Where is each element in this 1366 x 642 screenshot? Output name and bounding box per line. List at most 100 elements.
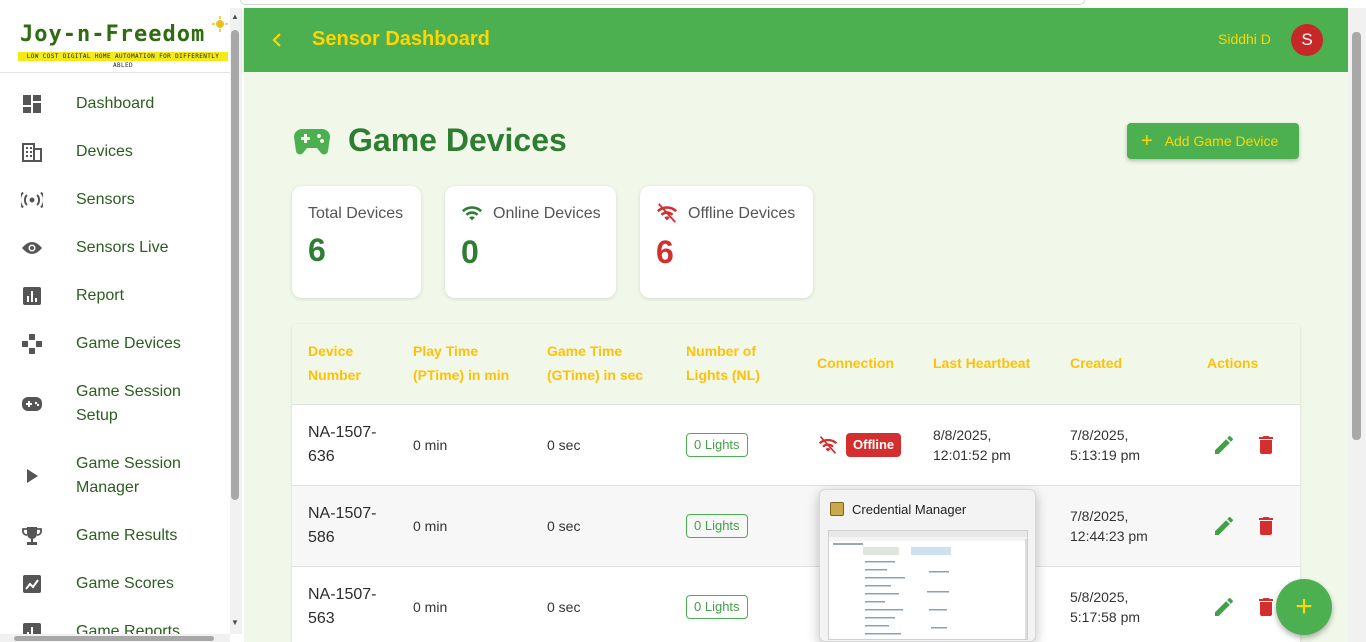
offline-devices-card: Offline Devices 6 xyxy=(640,186,813,298)
scroll-up-icon[interactable]: ▲ xyxy=(231,12,239,21)
sidebar-hscrollbar-thumb[interactable] xyxy=(14,636,214,641)
connection-status-badge: Offline xyxy=(846,433,902,457)
sidebar-item-sensors[interactable]: Sensors xyxy=(0,176,230,224)
sidebar-item-label: Dashboard xyxy=(76,95,155,112)
main-content: Game Devices + Add Game Device Total Dev… xyxy=(244,72,1348,642)
total-devices-label: Total Devices xyxy=(308,205,404,222)
offline-devices-value: 6 xyxy=(656,234,674,270)
page-scrollbar-thumb[interactable] xyxy=(1352,32,1361,440)
preview-thumbnail-image xyxy=(829,531,1027,639)
sidebar-item-devices[interactable]: Devices xyxy=(0,128,230,176)
taskbar-window-preview[interactable]: Credential Manager xyxy=(819,489,1036,642)
lights-chip: 0 Lights xyxy=(686,433,748,457)
sidebar-item-label: Game Results xyxy=(76,527,178,544)
play-time: 0 min xyxy=(413,437,448,453)
sidebar-item-report[interactable]: Report xyxy=(0,272,230,320)
lights-chip: 0 Lights xyxy=(686,514,748,538)
game-devices-table: Device Number Play Time (PTime) in min Gam… xyxy=(292,324,1300,642)
device-number: NA-1507- 636 xyxy=(308,424,377,465)
header-number-of-lights[interactable]: Number of Lights (NL) xyxy=(686,339,760,387)
lights-chip: 0 Lights xyxy=(686,595,748,619)
sidebar-nav: Dashboard Devices Sensors Sensors Live R… xyxy=(0,80,230,642)
sidebar-item-label: Game Session Manager xyxy=(76,455,181,496)
preview-thumbnail[interactable] xyxy=(828,530,1028,640)
header-connection[interactable]: Connection xyxy=(817,351,894,375)
header-play-time[interactable]: Play Time (PTime) in min xyxy=(413,339,509,387)
game-time: 0 sec xyxy=(547,437,581,453)
header-created[interactable]: Created xyxy=(1070,351,1122,375)
game-time: 0 sec xyxy=(547,518,581,534)
created-date: 7/8/2025, 5:13:19 pm xyxy=(1070,427,1141,463)
edit-icon[interactable] xyxy=(1212,595,1236,619)
report-icon xyxy=(20,284,44,308)
online-devices-card: Online Devices 0 xyxy=(445,186,616,298)
device-number: NA-1507- 563 xyxy=(308,586,377,627)
edit-icon[interactable] xyxy=(1212,433,1236,457)
sidebar-scrollbar-thumb[interactable] xyxy=(231,30,239,500)
table-row: NA-1507- 563 0 min 0 sec 0 Lights 5/8/202… xyxy=(292,567,1300,642)
wifi-off-icon xyxy=(656,203,678,223)
avatar[interactable]: S xyxy=(1291,24,1323,56)
table-header: Device Number Play Time (PTime) in min Gam… xyxy=(292,324,1300,405)
logo-tagline: LOW COST DIGITAL HOME AUTOMATION FOR DIF… xyxy=(18,52,228,69)
header-game-time[interactable]: Game Time (GTime) in sec xyxy=(547,339,643,387)
game-time: 0 sec xyxy=(547,599,581,615)
sidebar-item-label: Game Devices xyxy=(76,335,181,352)
sidebar-item-sensors-live[interactable]: Sensors Live xyxy=(0,224,230,272)
sidebar-item-game-session-manager[interactable]: Game Session Manager xyxy=(0,440,230,512)
address-bar-edge xyxy=(240,0,1085,5)
app-bar: Sensor Dashboard Siddhi D S xyxy=(244,8,1348,72)
delete-icon[interactable] xyxy=(1254,433,1278,457)
play-time: 0 min xyxy=(413,518,448,534)
created-date: 5/8/2025, 5:17:58 pm xyxy=(1070,589,1141,625)
sensors-icon xyxy=(20,188,44,212)
created-date: 7/8/2025, 12:44:23 pm xyxy=(1070,508,1148,544)
app-logo[interactable]: Joy-n-Freedom LOW COST DIGITAL HOME AUTO… xyxy=(18,16,228,70)
add-game-device-button[interactable]: + Add Game Device xyxy=(1127,123,1299,159)
online-devices-value: 0 xyxy=(461,234,479,270)
user-name[interactable]: Siddhi D xyxy=(1218,31,1271,47)
sidebar-item-label: Report xyxy=(76,287,125,304)
edit-icon[interactable] xyxy=(1212,514,1236,538)
gamepad-icon xyxy=(20,332,44,356)
device-number: NA-1507- 586 xyxy=(308,505,377,546)
page-title: Game Devices xyxy=(348,122,567,158)
sidebar-item-game-session-setup[interactable]: Game Session Setup xyxy=(0,368,230,440)
scores-icon xyxy=(20,572,44,596)
sidebar-item-game-results[interactable]: Game Results xyxy=(0,512,230,560)
sidebar-item-label: Sensors Live xyxy=(76,239,169,256)
plus-icon: + xyxy=(1141,130,1153,152)
credential-manager-icon xyxy=(830,502,844,516)
sidebar: Joy-n-Freedom LOW COST DIGITAL HOME AUTO… xyxy=(0,8,244,642)
total-devices-card: Total Devices 6 xyxy=(292,186,421,298)
sidebar-item-label: Game Scores xyxy=(76,575,174,592)
scroll-down-icon[interactable]: ▼ xyxy=(231,618,239,627)
app-bar-title: Sensor Dashboard xyxy=(312,28,490,50)
sidebar-item-label: Game Session Setup xyxy=(76,383,181,424)
preview-title: Credential Manager xyxy=(852,502,967,517)
add-fab-button[interactable]: + xyxy=(1276,579,1332,635)
add-game-device-label: Add Game Device xyxy=(1164,133,1279,149)
offline-devices-label: Offline Devices xyxy=(688,205,796,222)
sidebar-item-dashboard[interactable]: Dashboard xyxy=(0,80,230,128)
sidebar-item-label: Sensors xyxy=(76,191,135,208)
online-devices-label: Online Devices xyxy=(493,205,601,222)
last-heartbeat: 8/8/2025, 12:01:52 pm xyxy=(933,427,1011,463)
wifi-off-icon xyxy=(818,436,838,454)
eye-icon xyxy=(20,236,44,260)
header-device-number[interactable]: Device Number xyxy=(308,339,361,387)
logo-title: Joy-n-Freedom xyxy=(20,22,206,47)
sidebar-divider xyxy=(0,72,230,73)
back-chevron-icon[interactable] xyxy=(266,28,290,52)
sidebar-item-game-scores[interactable]: Game Scores xyxy=(0,560,230,608)
delete-icon[interactable] xyxy=(1254,514,1278,538)
total-devices-value: 6 xyxy=(308,232,326,268)
sidebar-item-game-devices[interactable]: Game Devices xyxy=(0,320,230,368)
controller-icon xyxy=(20,392,44,416)
wifi-icon xyxy=(461,206,483,221)
devices-icon xyxy=(20,140,44,164)
delete-icon[interactable] xyxy=(1254,595,1278,619)
play-icon xyxy=(20,464,44,488)
header-last-heartbeat[interactable]: Last Heartbeat xyxy=(933,351,1030,375)
dashboard-icon xyxy=(20,92,44,116)
